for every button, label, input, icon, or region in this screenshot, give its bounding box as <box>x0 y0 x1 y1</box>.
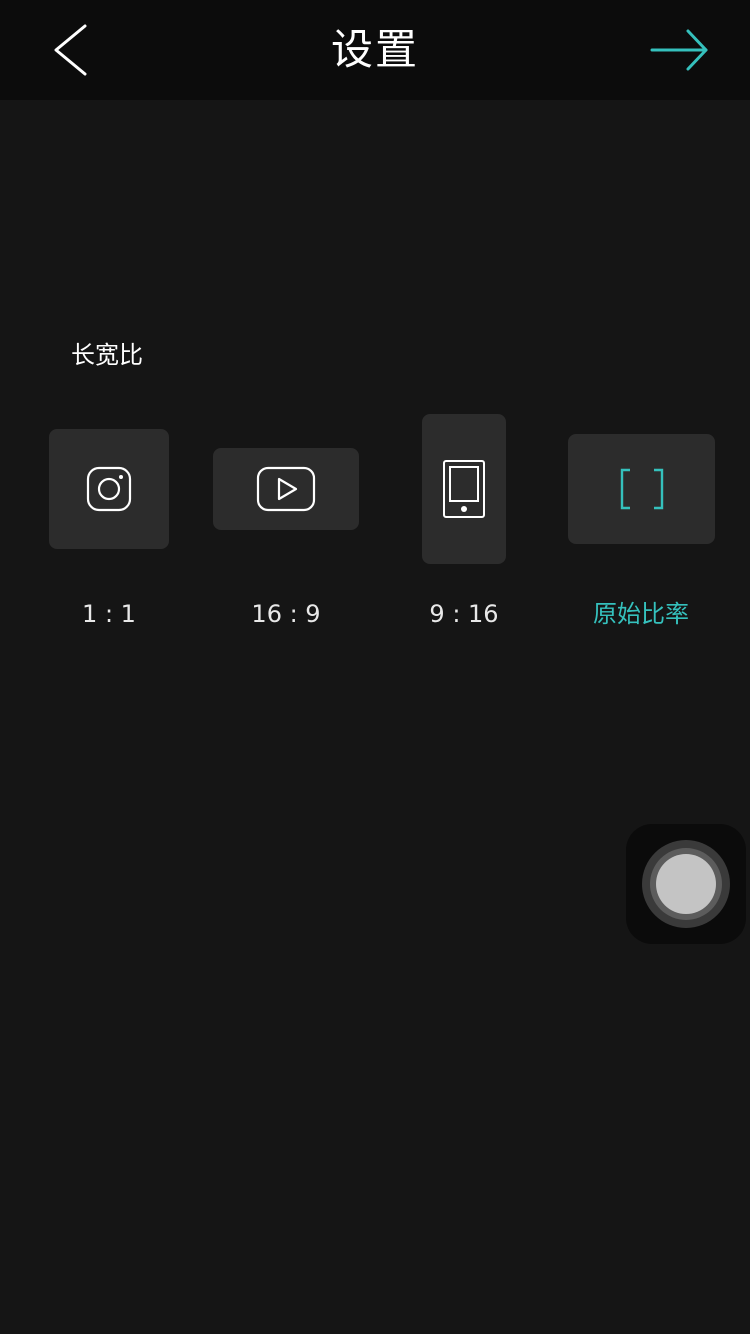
aspect-ratio-original-label[interactable]: 原始比率 <box>561 596 721 632</box>
page-title: 设置 <box>330 25 419 74</box>
aspect-ratio-16x9-label[interactable]: 16 : 9 <box>206 596 366 632</box>
aspect-ratio-9x16-button[interactable] <box>422 414 506 564</box>
arrow-right-icon <box>650 29 708 71</box>
aspect-ratio-1x1-button[interactable] <box>49 429 169 549</box>
assistive-touch-ring <box>642 840 730 928</box>
assistive-touch-button[interactable] <box>626 824 746 944</box>
original-ratio-brackets-icon <box>620 468 663 510</box>
aspect-ratio-section-label: 长宽比 <box>71 341 143 369</box>
aspect-ratio-original-button[interactable] <box>568 434 715 544</box>
phone-icon <box>443 460 485 518</box>
next-button[interactable] <box>640 18 720 82</box>
aspect-ratio-1x1-label[interactable]: 1 : 1 <box>29 596 189 632</box>
aspect-ratio-16x9-button[interactable] <box>213 448 359 530</box>
nav-bar: 设置 <box>0 0 750 100</box>
instagram-icon <box>86 466 132 512</box>
aspect-ratio-9x16-label[interactable]: 9 : 16 <box>384 596 544 632</box>
youtube-icon <box>256 466 316 512</box>
